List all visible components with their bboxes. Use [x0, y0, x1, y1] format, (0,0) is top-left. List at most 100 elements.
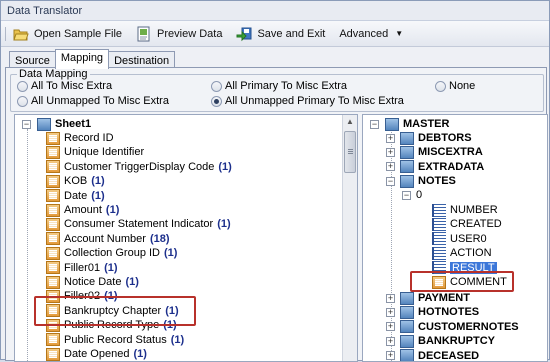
field-icon [46, 160, 60, 174]
dest-group-label: BANKRUPTCY [418, 335, 495, 348]
field-icon [46, 246, 60, 260]
source-field-count: (1) [91, 175, 105, 188]
source-field-item[interactable]: Date (1) [46, 189, 105, 203]
dest-group-miscextra[interactable]: + MISCEXTRA [386, 145, 483, 159]
field-icon [46, 347, 60, 361]
collapse-icon: − [22, 118, 31, 129]
dest-group-label: DEBTORS [418, 132, 472, 144]
field-icon [46, 232, 60, 246]
radio-label: All Unmapped Primary To Misc Extra [225, 95, 404, 107]
radio-label: All Unmapped To Misc Extra [31, 95, 169, 107]
dest-group-label: EXTRADATA [418, 160, 485, 173]
dest-field-user0[interactable]: USER0 [432, 232, 487, 246]
source-field-item[interactable]: Consumer Statement Indicator (1) [46, 217, 231, 231]
field-icon [46, 261, 60, 275]
dest-group-customernotes[interactable]: + CUSTOMERNOTES [386, 320, 519, 334]
preview-data-label: Preview Data [157, 27, 223, 40]
tab-mapping[interactable]: Mapping [54, 49, 110, 69]
source-field-label: Record ID [64, 132, 114, 144]
source-field-label: KOB [64, 175, 88, 188]
radio-all-unmapped-to-misc[interactable]: All Unmapped To Misc Extra [17, 95, 169, 107]
scroll-thumb[interactable] [344, 131, 356, 173]
dest-group-label: MISCEXTRA [418, 146, 483, 159]
source-field-count: (1) [104, 261, 118, 274]
save-and-exit-label: Save and Exit [257, 27, 326, 40]
source-field-item[interactable]: Collection Group ID (1) [46, 246, 177, 260]
dropdown-arrow-icon: ▼ [395, 29, 404, 38]
expand-icon: + [386, 161, 395, 172]
field-icon [46, 145, 60, 159]
source-field-item[interactable]: Record ID [46, 131, 118, 145]
radio-label: All Primary To Misc Extra [225, 80, 348, 92]
destination-tree-pane[interactable]: − MASTER + DEBTORS + MISCEXTRA + EXTRADATA − NOTE… [362, 114, 548, 362]
expand-icon: + [386, 292, 395, 303]
save-and-exit-button[interactable]: Save and Exit [230, 23, 331, 45]
source-vertical-scrollbar[interactable]: ▲ [342, 115, 357, 361]
open-sample-file-button[interactable]: Open Sample File [7, 23, 128, 45]
field-icon [46, 275, 60, 289]
data-mapping-title: Data Mapping [17, 68, 90, 80]
tree-connector [27, 129, 28, 361]
source-root-node[interactable]: − Sheet1 [22, 117, 91, 131]
radio-circle-checked [211, 95, 222, 107]
open-folder-icon [13, 26, 29, 42]
source-field-count: (1) [170, 333, 185, 346]
dest-group-label: CUSTOMERNOTES [418, 320, 519, 333]
radio-all-to-misc[interactable]: All To Misc Extra [17, 80, 112, 92]
radio-circle [17, 95, 28, 107]
dest-field-label: CREATED [450, 218, 502, 231]
dest-group-bankruptcy[interactable]: + BANKRUPTCY [386, 334, 495, 348]
source-field-item[interactable]: Account Number (18) [46, 232, 170, 246]
scroll-grip [348, 149, 353, 150]
source-field-count: (1) [133, 348, 147, 360]
collapse-icon: − [402, 189, 411, 200]
dest-group-extradata[interactable]: + EXTRADATA [386, 160, 484, 174]
dest-group-debtors[interactable]: + DEBTORS [386, 131, 472, 145]
dest-root-node[interactable]: − MASTER [370, 117, 449, 131]
dest-notes-index-node[interactable]: −0 [402, 188, 422, 202]
source-field-label: Public Record Status [64, 333, 167, 346]
dest-group-hotnotes[interactable]: + HOTNOTES [386, 305, 479, 319]
field-icon [46, 174, 60, 188]
radio-circle [435, 80, 446, 92]
group-icon [400, 305, 414, 319]
source-field-label: Account Number [64, 232, 146, 245]
source-field-item[interactable]: KOB (1) [46, 174, 105, 188]
table-icon [37, 117, 51, 131]
source-field-label: Date Opened [64, 348, 130, 360]
preview-data-button[interactable]: Preview Data [130, 23, 228, 45]
dest-group-notes[interactable]: − NOTES [386, 174, 456, 188]
radio-label: All To Misc Extra [31, 80, 113, 92]
source-field-item[interactable]: Unique Identifier [46, 145, 148, 159]
radio-none[interactable]: None [435, 80, 475, 92]
dest-field-number[interactable]: NUMBER [432, 203, 498, 217]
dest-group-label: PAYMENT [418, 292, 470, 304]
field-icon [46, 189, 60, 203]
highlight-box-comment [410, 271, 514, 292]
dest-group-payment[interactable]: + PAYMENT [386, 291, 470, 305]
source-field-item[interactable]: Filler01 (1) [46, 261, 118, 275]
source-field-item[interactable]: Notice Date (1) [46, 275, 139, 289]
group-icon [400, 174, 414, 188]
advanced-label: Advanced [339, 27, 389, 40]
dest-field-created[interactable]: CREATED [432, 217, 502, 231]
list-field-icon [432, 203, 446, 217]
mapping-tab-panel: Data Mapping All To Misc Extra All Prima… [5, 67, 548, 362]
advanced-menu-button[interactable]: Advanced ▼ [333, 23, 409, 45]
source-field-item[interactable]: Public Record Status (1) [46, 333, 184, 347]
collapse-icon: − [370, 118, 379, 129]
list-field-icon [432, 232, 446, 246]
group-icon [400, 334, 414, 348]
window-title: Data Translator [1, 1, 549, 21]
dest-root-label: MASTER [403, 118, 450, 130]
radio-circle [211, 80, 222, 92]
group-icon [400, 131, 414, 145]
source-field-item[interactable]: Customer TriggerDisplay Code (1) [46, 160, 232, 174]
source-field-label: Customer TriggerDisplay Code [64, 160, 215, 173]
source-field-label: Notice Date [64, 276, 122, 288]
radio-all-primary-to-misc[interactable]: All Primary To Misc Extra [211, 80, 347, 92]
radio-all-unmapped-primary-to-misc[interactable]: All Unmapped Primary To Misc Extra [211, 95, 404, 107]
source-field-item[interactable]: Amount (1) [46, 203, 119, 217]
dest-field-action[interactable]: ACTION [432, 246, 492, 260]
source-field-item[interactable]: Date Opened (1) [46, 347, 147, 361]
